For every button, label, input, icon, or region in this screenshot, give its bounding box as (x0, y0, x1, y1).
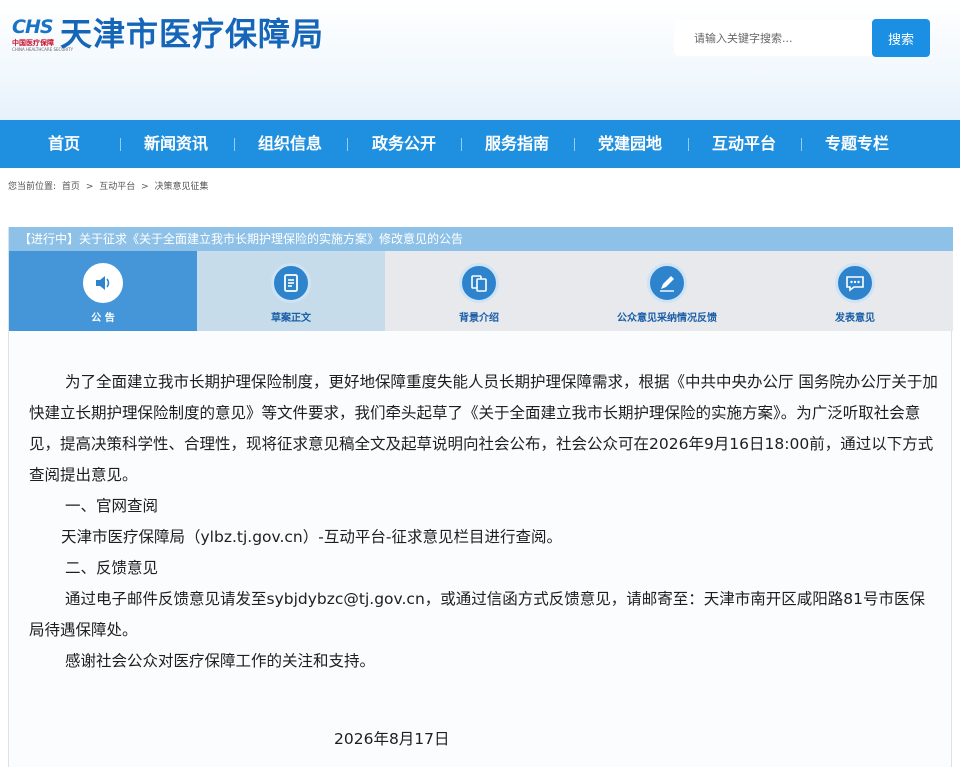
files-icon (459, 263, 499, 303)
search-box (674, 20, 874, 56)
breadcrumb-prefix: 您当前位置: (8, 182, 57, 192)
nav-separator (120, 138, 121, 151)
tab-feedback[interactable]: 公众意见采纳情况反馈 (573, 251, 761, 331)
nav-item-service-guide[interactable]: 服务指南 (471, 120, 563, 168)
tab-announcement[interactable]: 公 告 (9, 251, 197, 331)
panel-tabs: 公 告 草案正文 背景介绍 公众意见采纳情况反馈 发表意见 (9, 251, 953, 331)
nav-item-news[interactable]: 新闻资讯 (130, 120, 222, 168)
chat-icon (835, 263, 875, 303)
site-header: CHS 中国医疗保障 CHINA HEALTHCARE SECURITY 天津市… (0, 0, 960, 120)
breadcrumb: 您当前位置: 首页 > 互动平台 > 决策意见征集 (8, 179, 212, 192)
breadcrumb-current: 决策意见征集 (154, 182, 209, 192)
tab-submit-opinion[interactable]: 发表意见 (761, 251, 949, 331)
nav-item-home[interactable]: 首页 (18, 120, 110, 168)
speaker-icon (83, 263, 123, 303)
nav-separator (347, 138, 348, 151)
section1-title: 一、官网查阅 (65, 497, 159, 515)
breadcrumb-home[interactable]: 首页 (62, 182, 80, 192)
tab-draft-text[interactable]: 草案正文 (197, 251, 385, 331)
thanks-paragraph: 感谢社会公众对医疗保障工作的关注和支持。 (65, 652, 376, 670)
document-icon (271, 263, 311, 303)
nav-item-interaction[interactable]: 互动平台 (698, 120, 790, 168)
nav-separator (574, 138, 575, 151)
nav-item-organization[interactable]: 组织信息 (244, 120, 336, 168)
nav-separator (461, 138, 462, 151)
tab-label: 背景介绍 (459, 313, 499, 324)
logo-badge-text: CHS (12, 16, 54, 38)
nav-item-government-affairs[interactable]: 政务公开 (358, 120, 450, 168)
tab-label: 草案正文 (271, 313, 311, 324)
consultation-panel: 【进行中】关于征求《关于全面建立我市长期护理保险的实施方案》修改意见的公告 公 … (8, 227, 953, 767)
breadcrumb-separator: > (141, 182, 149, 192)
main-nav: 首页 新闻资讯 组织信息 政务公开 服务指南 党建园地 互动平台 专题专栏 (0, 120, 960, 168)
search-button[interactable]: 搜索 (872, 19, 930, 57)
tab-background[interactable]: 背景介绍 (385, 251, 573, 331)
announcement-body: 为了全面建立我市长期护理保险制度，更好地保障重度失能人员长期护理保障需求，根据《… (29, 367, 939, 677)
section1-body: 天津市医疗保障局（ylbz.tj.gov.cn）-互动平台-征求意见栏目进行查阅… (61, 528, 562, 546)
breadcrumb-separator: > (85, 182, 94, 192)
search-input[interactable] (674, 20, 874, 56)
site-logo[interactable]: CHS 中国医疗保障 CHINA HEALTHCARE SECURITY 天津市… (12, 14, 352, 56)
section2-body: 通过电子邮件反馈意见请发至sybjdybzc@tj.gov.cn，或通过信函方式… (29, 590, 926, 639)
nav-separator (234, 138, 235, 151)
section2-title: 二、反馈意见 (65, 559, 159, 577)
site-title: 天津市医疗保障局 (60, 15, 325, 53)
nav-item-special-topics[interactable]: 专题专栏 (811, 120, 903, 168)
nav-separator (688, 138, 689, 151)
chs-logo-badge: CHS 中国医疗保障 CHINA HEALTHCARE SECURITY (12, 16, 73, 56)
announcement-date: 2026年8月17日 (334, 730, 450, 748)
panel-title: 【进行中】关于征求《关于全面建立我市长期护理保险的实施方案》修改意见的公告 (9, 227, 953, 251)
pen-icon (647, 263, 687, 303)
tab-label: 公众意见采纳情况反馈 (617, 313, 717, 324)
intro-paragraph: 为了全面建立我市长期护理保险制度，更好地保障重度失能人员长期护理保障需求，根据《… (29, 373, 938, 484)
nav-separator (801, 138, 802, 151)
tab-label: 公 告 (91, 313, 115, 324)
breadcrumb-interaction[interactable]: 互动平台 (99, 182, 135, 192)
nav-item-party-building[interactable]: 党建园地 (584, 120, 676, 168)
tab-label: 发表意见 (835, 313, 875, 324)
